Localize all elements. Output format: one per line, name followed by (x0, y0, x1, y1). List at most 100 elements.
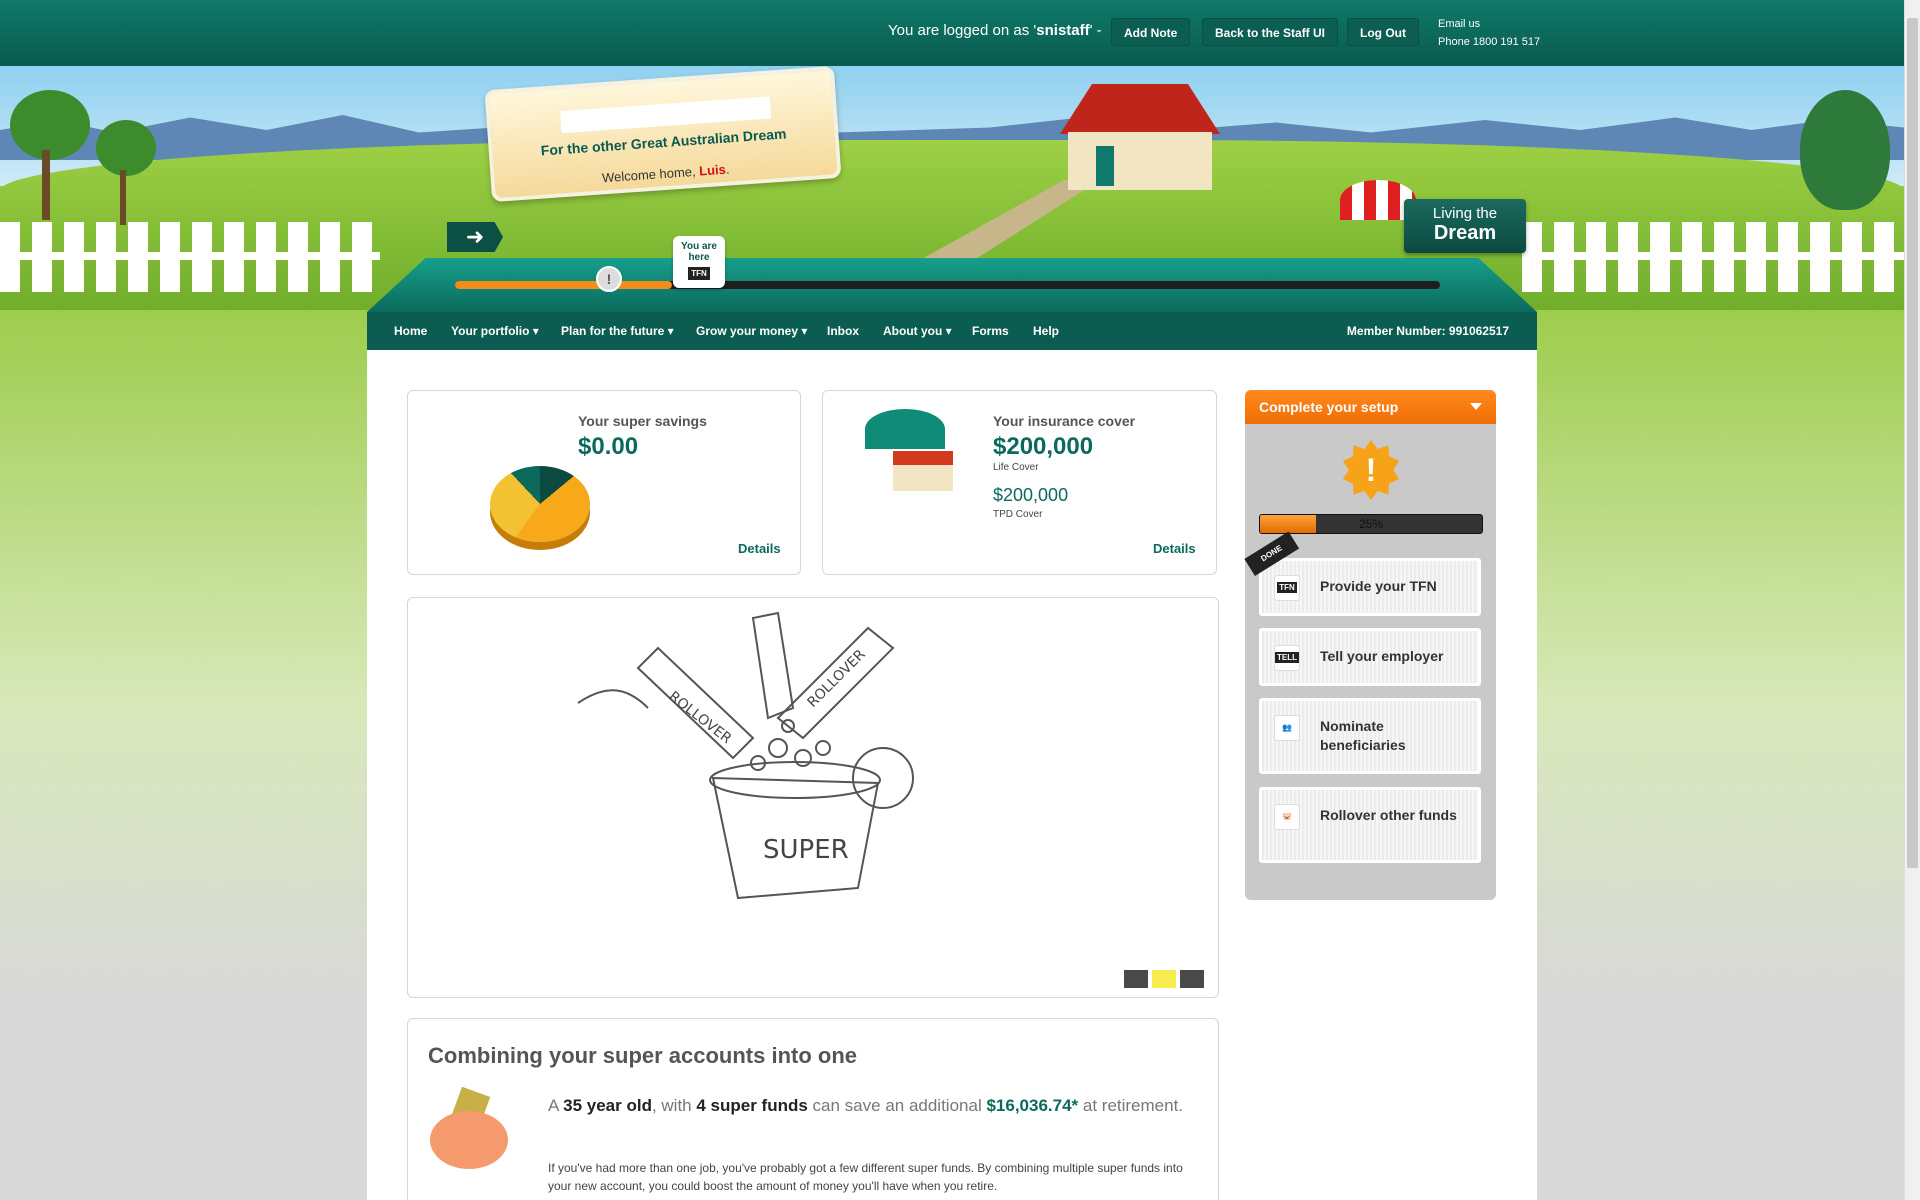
nav-your-portfolio[interactable]: Your portfolio ▾ (451, 324, 539, 338)
insurance-details-link[interactable]: Details (1153, 541, 1196, 556)
coin-chute (751, 611, 795, 720)
log-out-button[interactable]: Log Out (1347, 18, 1419, 46)
super-savings-amount: $0.00 (578, 433, 639, 460)
slider-dot-1[interactable] (1124, 970, 1148, 988)
piggy-bank-icon (430, 1111, 508, 1169)
stat-funds: 4 super funds (696, 1096, 808, 1115)
step-label: Provide your TFN (1320, 578, 1437, 594)
tree-illustration (10, 90, 90, 160)
complete-setup-panel: Complete your setup ! 25% TFN Provide yo… (1244, 390, 1496, 900)
top-bar: You are logged on as 'snistaff' - Add No… (0, 0, 1904, 66)
house-roof (1060, 84, 1220, 134)
sketch-label-rollover-left: ROLLOVER (666, 689, 735, 748)
slider-dot-2[interactable] (1152, 970, 1176, 988)
pie-chart-icon (490, 466, 590, 542)
sketch-face (852, 747, 914, 809)
member-name: Luis (698, 161, 727, 179)
add-note-button[interactable]: Add Note (1111, 18, 1191, 46)
nav-forms[interactable]: Forms (972, 324, 1009, 338)
step-label: Rollover other funds (1320, 807, 1457, 823)
step-tell-employer[interactable]: TELL Tell your employer (1259, 628, 1481, 686)
super-savings-title: Your super savings (578, 413, 707, 429)
stat-money: $16,036.74* (986, 1096, 1079, 1115)
sketch-label-rollover-right: ROLLOVER (805, 646, 869, 710)
setup-progress-bar: 25% (1259, 514, 1483, 534)
rollover-pipe-left (636, 646, 755, 760)
warning-icon: ! (1342, 440, 1400, 500)
stat-a: A (548, 1096, 564, 1115)
dream-line1: Living the (1432, 205, 1498, 222)
vertical-scrollbar[interactable] (1904, 0, 1920, 1200)
life-cover-label: Life Cover (993, 462, 1039, 473)
welcome-suffix: . (725, 161, 730, 177)
stat-with: , with (651, 1096, 697, 1115)
tfn-icon: TFN (688, 267, 710, 280)
combine-super-card: Combining your super accounts into one A… (407, 1018, 1219, 1200)
tree-trunk (42, 150, 50, 220)
phone-number: Phone 1800 191 517 (1438, 36, 1541, 48)
setup-header[interactable]: Complete your setup (1245, 390, 1496, 424)
nav-inbox[interactable]: Inbox (827, 324, 859, 338)
slider-dot-3[interactable] (1180, 970, 1204, 988)
arrow-right-icon: ➜ (447, 222, 503, 252)
picket-fence-left (0, 222, 380, 292)
tell-icon: TELL (1274, 645, 1300, 671)
insurance-cover-card: Your insurance cover $200,000 Life Cover… (822, 390, 1217, 575)
nav-home[interactable]: Home (394, 324, 427, 338)
people-icon: 👥 (1274, 715, 1300, 741)
stat-save: can save an additional (807, 1096, 987, 1115)
nav-grow-your-money[interactable]: Grow your money ▾ (696, 324, 807, 338)
step-rollover-funds[interactable]: 🐷 Rollover other funds (1259, 787, 1481, 863)
alert-marker-icon[interactable]: ! (596, 266, 622, 292)
chevron-down-icon[interactable] (1470, 403, 1482, 410)
tpd-cover-label: TPD Cover (993, 509, 1043, 520)
step-nominate-beneficiaries[interactable]: 👥 Nominate beneficiaries (1259, 698, 1481, 774)
living-the-dream-sign[interactable]: Living the Dream (1404, 199, 1526, 253)
tree-trunk (120, 170, 126, 225)
back-to-staff-ui-button[interactable]: Back to the Staff UI (1202, 18, 1339, 46)
nav-plan-for-the-future[interactable]: Plan for the future ▾ (561, 324, 674, 338)
slider-pagination (1120, 970, 1204, 993)
stat-age: 35 year old (563, 1096, 652, 1115)
pine-tree-illustration (1800, 90, 1890, 210)
journey-progress-fill (455, 281, 672, 289)
insurance-title: Your insurance cover (993, 413, 1136, 429)
house-icon (893, 451, 953, 491)
welcome-prefix: Welcome home, (601, 163, 700, 186)
life-cover-amount: $200,000 (993, 433, 1094, 460)
contact-info: Email us Phone 1800 191 517 (1438, 15, 1540, 51)
arrow-stroke (577, 689, 649, 709)
step-label: Tell your employer (1320, 648, 1444, 664)
piggy-icon: 🐷 (1274, 804, 1300, 830)
umbrella-icon (865, 409, 945, 449)
you-are-here-label: You are here (681, 241, 717, 263)
scrollbar-thumb[interactable] (1907, 18, 1918, 868)
stat-end: at retirement. (1078, 1096, 1184, 1115)
combine-paragraph: If you've had more than one job, you've … (548, 1161, 1183, 1193)
setup-progress-label: 25% (1358, 517, 1384, 531)
username: snistaff (1036, 22, 1090, 39)
nav-help[interactable]: Help (1033, 324, 1059, 338)
setup-title: Complete your setup (1259, 399, 1399, 415)
promo-slider: ROLLOVER ROLLOVER SUPER (407, 597, 1219, 998)
super-savings-card: Your super savings $0.00 Details (407, 390, 801, 575)
tpd-cover-amount: $200,000 (993, 485, 1069, 505)
nav-about-you[interactable]: About you ▾ (883, 324, 952, 338)
tfn-icon: TFN (1274, 575, 1300, 601)
savings-statistic: A 35 year old, with 4 super funds can sa… (548, 1093, 1188, 1118)
slogan: For the other Great Australian Dream (540, 125, 787, 159)
house-illustration (1060, 84, 1220, 190)
email-us-link[interactable]: Email us (1438, 15, 1540, 33)
rollover-sketch-image: ROLLOVER ROLLOVER SUPER (577, 611, 914, 900)
house-door (1096, 146, 1114, 186)
logged-suffix: ' - (1089, 22, 1102, 39)
redacted-logo (560, 96, 772, 134)
super-details-link[interactable]: Details (738, 541, 781, 556)
main-nav: Home Your portfolio ▾ Plan for the futur… (367, 312, 1537, 350)
dream-line2: Dream (1433, 222, 1497, 244)
step-provide-tfn[interactable]: TFN Provide your TFN DONE (1244, 531, 1481, 616)
logged-prefix: You are logged on as ' (888, 22, 1037, 39)
combine-title: Combining your super accounts into one (428, 1043, 858, 1068)
you-are-here-marker: You are here TFN (673, 236, 725, 288)
house-wall (1068, 132, 1212, 190)
